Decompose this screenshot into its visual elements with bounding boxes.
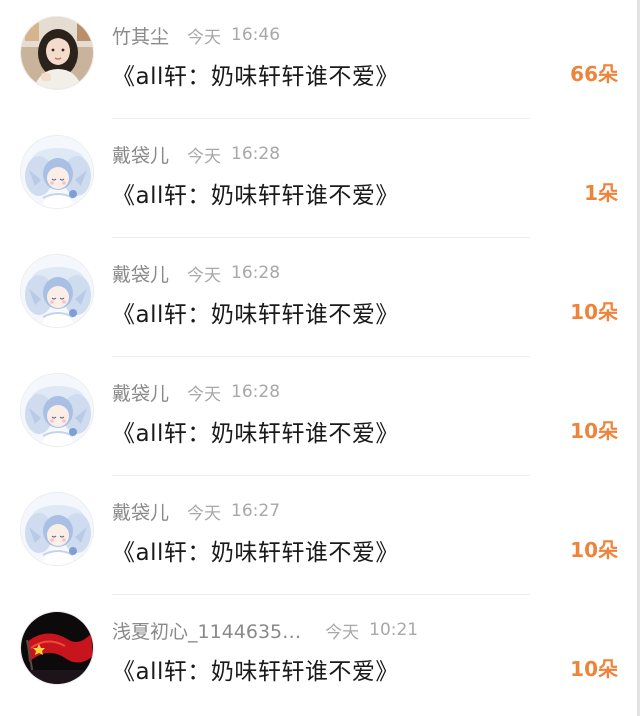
timestamp-time: 16:28 [231,263,281,283]
username[interactable]: 竹其尘 [112,22,169,49]
flower-count: 10朵 [570,419,618,443]
timestamp-day: 今天 [187,503,222,524]
timestamp-time: 16:46 [231,25,281,45]
flower-count: 10朵 [570,300,618,324]
red-flag-icon [21,612,94,685]
list-item[interactable]: 戴袋儿 今天 16:28 《all轩：奶味轩轩谁不爱》 10朵 [0,238,640,357]
username[interactable]: 浅夏初心_1144635… [112,617,301,644]
timestamp-time: 16:28 [231,144,281,164]
list-item[interactable]: 浅夏初心_1144635… 今天 10:21 《all轩：奶味轩轩谁不爱》 10… [0,595,640,714]
timestamp-day: 今天 [325,622,360,643]
avatar[interactable] [20,492,94,566]
avatar[interactable] [20,373,94,447]
flower-count: 10朵 [570,538,618,562]
timestamp-day: 今天 [187,146,222,167]
timestamp-day: 今天 [187,27,222,48]
anime-angel-icon [21,493,94,566]
book-title[interactable]: 《all轩：奶味轩轩谁不爱》 [112,414,399,448]
item-meta: 戴袋儿 今天 16:28 [112,258,280,288]
flower-count: 1朵 [584,181,618,205]
book-title[interactable]: 《all轩：奶味轩轩谁不爱》 [112,295,399,329]
book-title[interactable]: 《all轩：奶味轩轩谁不爱》 [112,533,399,567]
item-meta: 浅夏初心_1144635… 今天 10:21 [112,615,418,645]
flower-count: 66朵 [570,62,618,86]
flower-count: 10朵 [570,657,618,681]
timestamp-day: 今天 [187,265,222,286]
list-item[interactable]: 竹其尘 今天 16:46 《all轩：奶味轩轩谁不爱》 66朵 [0,0,640,119]
gift-record-list: 竹其尘 今天 16:46 《all轩：奶味轩轩谁不爱》 66朵 戴袋儿 今天 1… [0,0,640,716]
timestamp-time: 16:27 [231,501,281,521]
item-meta: 戴袋儿 今天 16:28 [112,139,280,169]
item-meta: 戴袋儿 今天 16:27 [112,496,280,526]
list-item[interactable]: 戴袋儿 今天 16:28 《all轩：奶味轩轩谁不爱》 10朵 [0,357,640,476]
anime-angel-icon [21,136,94,209]
username[interactable]: 戴袋儿 [112,498,169,525]
avatar[interactable] [20,611,94,685]
avatar[interactable] [20,254,94,328]
timestamp-time: 10:21 [369,620,419,640]
item-meta: 竹其尘 今天 16:46 [112,20,280,50]
username[interactable]: 戴袋儿 [112,260,169,287]
list-item[interactable]: 戴袋儿 今天 16:27 《all轩：奶味轩轩谁不爱》 10朵 [0,476,640,595]
username[interactable]: 戴袋儿 [112,379,169,406]
anime-angel-icon [21,255,94,328]
timestamp-day: 今天 [187,384,222,405]
list-item[interactable]: 戴袋儿 今天 16:28 《all轩：奶味轩轩谁不爱》 1朵 [0,119,640,238]
book-title[interactable]: 《all轩：奶味轩轩谁不爱》 [112,176,399,210]
book-title[interactable]: 《all轩：奶味轩轩谁不爱》 [112,57,399,91]
avatar[interactable] [20,135,94,209]
avatar[interactable] [20,16,94,90]
username[interactable]: 戴袋儿 [112,141,169,168]
item-meta: 戴袋儿 今天 16:28 [112,377,280,407]
book-title[interactable]: 《all轩：奶味轩轩谁不爱》 [112,652,399,686]
user-photo-icon [21,17,94,90]
timestamp-time: 16:28 [231,382,281,402]
anime-angel-icon [21,374,94,447]
